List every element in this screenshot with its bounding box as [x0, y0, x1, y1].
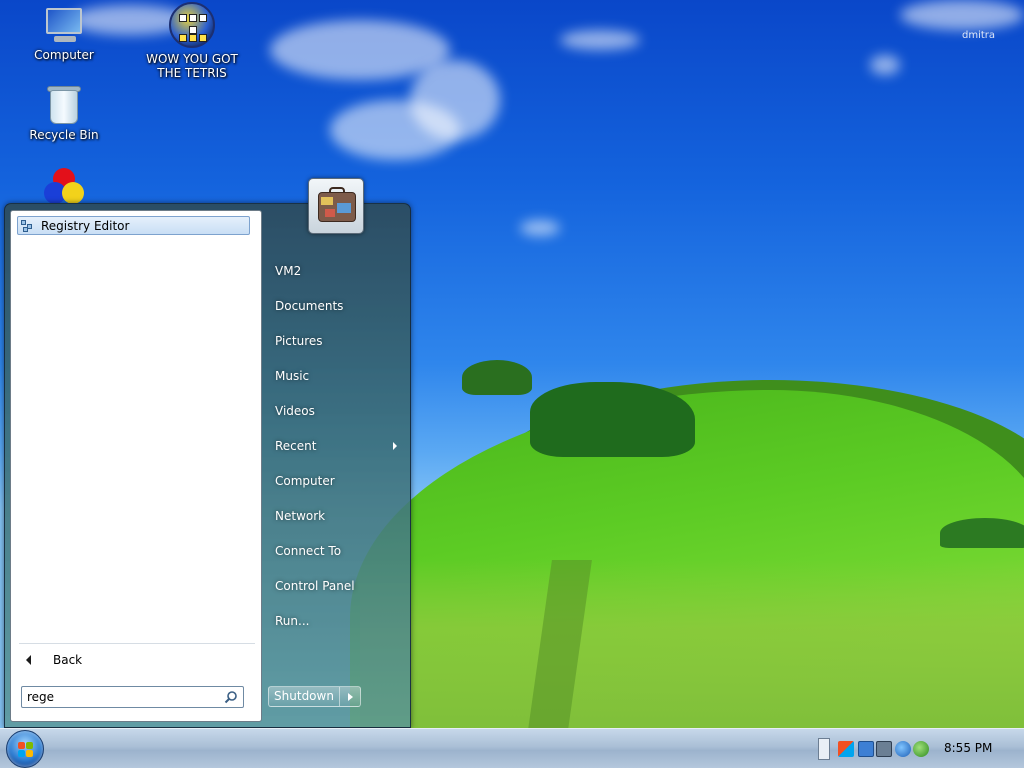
trees: [462, 360, 532, 395]
submenu-arrow-icon: [393, 442, 397, 450]
cloud: [520, 220, 560, 236]
meadow: [360, 560, 1024, 728]
security-icon[interactable]: [913, 741, 929, 757]
start-item-music[interactable]: Music: [269, 363, 407, 389]
start-item-label: Recent: [275, 439, 317, 453]
trees: [940, 518, 1024, 548]
flag-icon[interactable]: [838, 741, 854, 757]
desktop-icon-label: WOW YOU GOT THE TETRIS: [146, 52, 238, 80]
desktop-icon-tetris[interactable]: WOW YOU GOT THE TETRIS: [137, 2, 247, 80]
volume-icon[interactable]: [876, 741, 892, 757]
rgb-circles-icon: [42, 168, 86, 204]
start-item-videos[interactable]: Videos: [269, 398, 407, 424]
globe-icon[interactable]: [895, 741, 911, 757]
shutdown-options-button[interactable]: [340, 686, 361, 707]
start-menu: Registry Editor Back VM2 Documents Pictu…: [4, 203, 411, 728]
wallpaper-watermark: dmitra: [962, 30, 996, 41]
back-button[interactable]: Back: [17, 649, 257, 671]
desktop-icon-label: Recycle Bin: [29, 128, 99, 142]
start-item-vm2[interactable]: VM2: [269, 258, 407, 284]
desktop-icon-label: Computer: [34, 48, 94, 62]
tetris-icon: [169, 2, 215, 48]
registry-editor-icon: [21, 219, 37, 233]
cloud: [900, 0, 1024, 30]
trees: [530, 382, 695, 457]
taskbar-clock[interactable]: 8:55 PM: [944, 741, 992, 755]
cloud: [560, 30, 640, 50]
start-menu-right-pane: VM2 Documents Pictures Music Videos Rece…: [265, 204, 411, 729]
start-item-pictures[interactable]: Pictures: [269, 328, 407, 354]
start-button[interactable]: [6, 730, 44, 768]
desktop-icon-rgb[interactable]: [9, 168, 119, 208]
start-item-network[interactable]: Network: [269, 503, 407, 529]
computer-icon: [42, 6, 86, 44]
start-item-computer[interactable]: Computer: [269, 468, 407, 494]
search-result-label: Registry Editor: [41, 218, 130, 233]
windows-orb-icon: [18, 742, 34, 758]
start-item-documents[interactable]: Documents: [269, 293, 407, 319]
taskbar: 8:55 PM: [0, 728, 1024, 768]
start-menu-left-pane: Registry Editor Back: [10, 210, 262, 722]
desktop-icon-recycle-bin[interactable]: Recycle Bin: [9, 84, 119, 142]
divider: [19, 643, 255, 644]
desktop-icon-computer[interactable]: Computer: [9, 6, 119, 62]
start-item-connect-to[interactable]: Connect To: [269, 538, 407, 564]
user-tile[interactable]: [308, 178, 364, 234]
recycle-bin-icon: [47, 84, 81, 124]
back-label: Back: [53, 653, 83, 667]
search-icon[interactable]: [224, 690, 238, 704]
cloud: [410, 60, 500, 140]
start-search-box[interactable]: [21, 686, 244, 708]
start-item-recent[interactable]: Recent: [269, 433, 407, 459]
shutdown-button[interactable]: Shutdown: [268, 686, 340, 707]
start-item-run[interactable]: Run...: [269, 608, 407, 634]
back-arrow-icon: [26, 655, 31, 665]
start-item-control-panel[interactable]: Control Panel: [269, 573, 407, 599]
cloud: [870, 55, 900, 75]
start-search-input[interactable]: [27, 690, 212, 704]
network-icon[interactable]: [858, 741, 874, 757]
show-desktop-button[interactable]: [818, 738, 830, 760]
search-result-registry-editor[interactable]: Registry Editor: [17, 216, 250, 235]
